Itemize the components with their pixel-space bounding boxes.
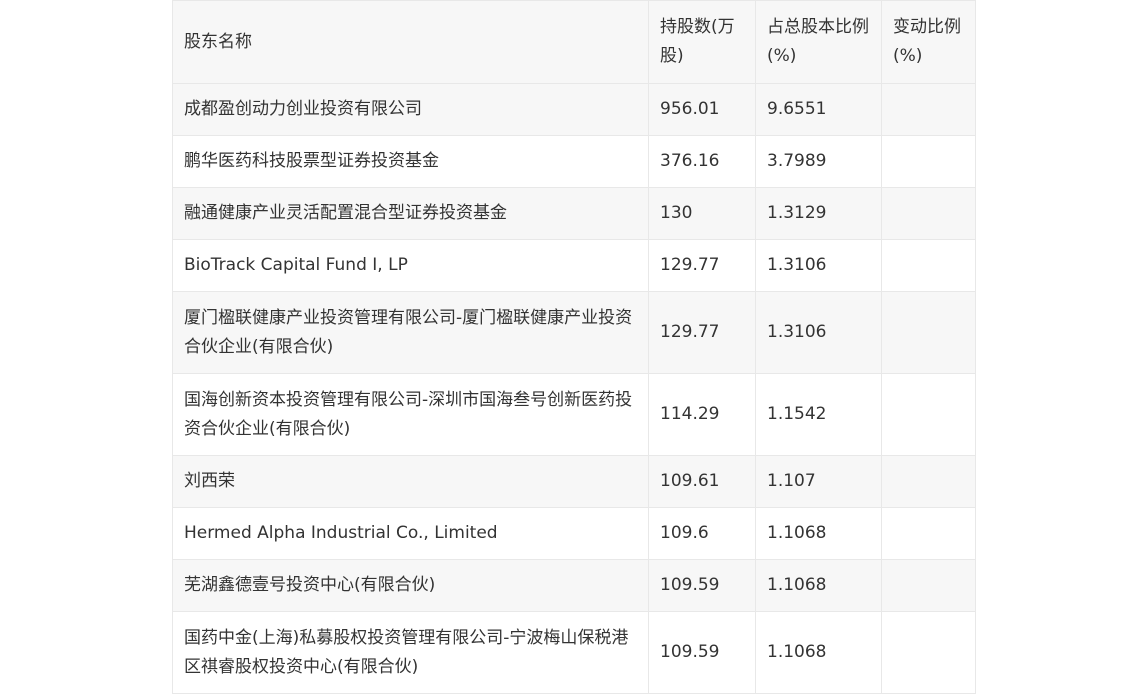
cell-shares: 129.77 — [648, 239, 756, 292]
cell-ratio: 1.1068 — [755, 507, 882, 560]
cell-change — [881, 559, 976, 612]
cell-ratio: 1.1068 — [755, 559, 882, 612]
cell-ratio: 1.107 — [755, 455, 882, 508]
table-row: 国海创新资本投资管理有限公司-深圳市国海叁号创新医药投资合伙企业(有限合伙) 1… — [172, 373, 976, 456]
cell-change — [881, 611, 976, 694]
cell-name: 融通健康产业灵活配置混合型证券投资基金 — [172, 187, 649, 240]
cell-shares: 109.61 — [648, 455, 756, 508]
header-shares: 持股数(万股) — [648, 0, 756, 84]
table-row: 刘西荣 109.61 1.107 — [172, 455, 976, 508]
table-row: BioTrack Capital Fund I, LP 129.77 1.310… — [172, 239, 976, 292]
cell-ratio: 9.6551 — [755, 83, 882, 136]
shareholder-table: 股东名称 持股数(万股) 占总股本比例(%) 变动比例(%) 成都盈创动力创业投… — [172, 0, 976, 694]
header-shareholder-name: 股东名称 — [172, 0, 649, 84]
header-ratio: 占总股本比例(%) — [755, 0, 882, 84]
cell-name: 国海创新资本投资管理有限公司-深圳市国海叁号创新医药投资合伙企业(有限合伙) — [172, 373, 649, 456]
cell-name: 厦门楹联健康产业投资管理有限公司-厦门楹联健康产业投资合伙企业(有限合伙) — [172, 291, 649, 374]
cell-name: 刘西荣 — [172, 455, 649, 508]
cell-name: BioTrack Capital Fund I, LP — [172, 239, 649, 292]
table-row: Hermed Alpha Industrial Co., Limited 109… — [172, 507, 976, 560]
table-row: 成都盈创动力创业投资有限公司 956.01 9.6551 — [172, 83, 976, 136]
cell-shares: 376.16 — [648, 135, 756, 188]
table-row: 厦门楹联健康产业投资管理有限公司-厦门楹联健康产业投资合伙企业(有限合伙) 12… — [172, 291, 976, 374]
cell-shares: 109.6 — [648, 507, 756, 560]
cell-ratio: 1.3106 — [755, 239, 882, 292]
header-change: 变动比例(%) — [881, 0, 976, 84]
shareholder-table-container: 股东名称 持股数(万股) 占总股本比例(%) 变动比例(%) 成都盈创动力创业投… — [172, 0, 976, 694]
cell-shares: 109.59 — [648, 611, 756, 694]
cell-ratio: 1.1068 — [755, 611, 882, 694]
cell-name: 国药中金(上海)私募股权投资管理有限公司-宁波梅山保税港区祺睿股权投资中心(有限… — [172, 611, 649, 694]
cell-change — [881, 239, 976, 292]
cell-shares: 956.01 — [648, 83, 756, 136]
table-header-row: 股东名称 持股数(万股) 占总股本比例(%) 变动比例(%) — [172, 0, 976, 84]
cell-ratio: 1.3129 — [755, 187, 882, 240]
cell-ratio: 1.3106 — [755, 291, 882, 374]
cell-shares: 129.77 — [648, 291, 756, 374]
cell-name: 鹏华医药科技股票型证券投资基金 — [172, 135, 649, 188]
cell-change — [881, 455, 976, 508]
cell-shares: 130 — [648, 187, 756, 240]
cell-change — [881, 373, 976, 456]
cell-ratio: 1.1542 — [755, 373, 882, 456]
table-row: 鹏华医药科技股票型证券投资基金 376.16 3.7989 — [172, 135, 976, 188]
cell-change — [881, 135, 976, 188]
cell-change — [881, 291, 976, 374]
cell-change — [881, 83, 976, 136]
cell-name: Hermed Alpha Industrial Co., Limited — [172, 507, 649, 560]
cell-ratio: 3.7989 — [755, 135, 882, 188]
table-row: 芜湖鑫德壹号投资中心(有限合伙) 109.59 1.1068 — [172, 559, 976, 612]
cell-change — [881, 187, 976, 240]
table-row: 国药中金(上海)私募股权投资管理有限公司-宁波梅山保税港区祺睿股权投资中心(有限… — [172, 611, 976, 694]
cell-shares: 114.29 — [648, 373, 756, 456]
cell-name: 芜湖鑫德壹号投资中心(有限合伙) — [172, 559, 649, 612]
cell-change — [881, 507, 976, 560]
table-row: 融通健康产业灵活配置混合型证券投资基金 130 1.3129 — [172, 187, 976, 240]
cell-shares: 109.59 — [648, 559, 756, 612]
cell-name: 成都盈创动力创业投资有限公司 — [172, 83, 649, 136]
